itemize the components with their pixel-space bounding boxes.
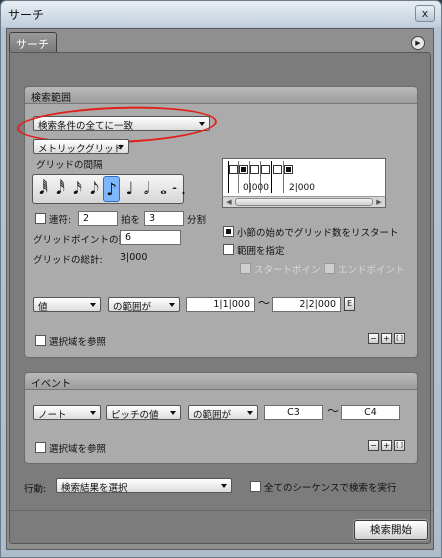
tuplet-divide-label: 分割 — [187, 215, 207, 226]
grid-total-label: グリッドの総計: — [33, 255, 103, 266]
close-button[interactable]: x — [415, 5, 435, 22]
remove-condition-button[interactable]: − — [368, 333, 379, 344]
grid-preview-scrollbar[interactable]: ◀ ▶ — [222, 196, 386, 208]
grid-preview-label: 2|000 — [289, 183, 315, 193]
restart-grid-label: 小節の始めでグリッド数をリスタート — [237, 228, 399, 239]
tuplet-beats-input[interactable]: 3 — [144, 211, 184, 226]
grid-points-label: グリッドポイントの数: — [33, 235, 132, 246]
chevron-down-icon — [170, 411, 176, 415]
range-to-input[interactable]: 2|2|000 — [272, 297, 341, 312]
event-add-condition-button[interactable]: + — [381, 440, 392, 451]
grid-point — [229, 165, 238, 174]
event-property-dropdown[interactable]: ピッチの値 — [106, 405, 181, 420]
tab-search[interactable]: サーチ — [9, 32, 57, 52]
pitch-to-input[interactable]: C4 — [341, 405, 400, 420]
tuplet-count-input[interactable]: 2 — [78, 211, 118, 226]
all-sequences-checkbox[interactable] — [250, 481, 261, 492]
event-property-value: ピッチの値 — [111, 410, 159, 420]
all-sequences-label: 全てのシーケンスで検索を実行 — [264, 483, 397, 494]
grid-point — [284, 165, 293, 174]
chevron-down-icon — [221, 484, 227, 488]
pitch-from-input[interactable]: C3 — [264, 405, 323, 420]
chevron-down-icon — [90, 303, 96, 307]
event-tilde: 〜 — [327, 404, 340, 418]
note-value-selector: 𝅘𝅥𝅱 𝅘𝅥𝅰 𝅘𝅥𝅯 𝅘𝅥𝅮 ♪ ♩ 𝅗𝅥 𝅝 𝄼 . — [32, 174, 186, 204]
range-tilde: 〜 — [258, 296, 271, 310]
grid-line — [271, 161, 272, 193]
event-type-dropdown[interactable]: ノート — [33, 405, 101, 420]
chevron-down-icon — [90, 411, 96, 415]
tuplet-beats-label: 拍を — [121, 215, 141, 226]
chevron-down-icon — [247, 411, 253, 415]
range-condition-dropdown[interactable]: の範囲が — [108, 297, 180, 312]
start-point-label: スタートポイント — [254, 265, 331, 276]
add-condition-button[interactable]: + — [381, 333, 392, 344]
grid-point — [261, 165, 270, 174]
start-point-checkbox[interactable] — [240, 263, 251, 274]
chevron-down-icon — [169, 303, 175, 307]
use-selection-label: 選択域を参照 — [49, 337, 107, 348]
value-dropdown[interactable]: 値 — [33, 297, 101, 312]
specify-range-label: 範囲を指定 — [237, 246, 285, 257]
chevron-down-icon — [199, 122, 205, 126]
event-range-value: の範囲が — [193, 410, 232, 420]
start-search-button[interactable]: 検索開始 — [354, 520, 428, 540]
end-point-label: エンドポイント — [338, 265, 405, 276]
action-dropdown[interactable]: 検索結果を選択 — [56, 478, 232, 493]
note-64th-icon[interactable]: 𝅘𝅥𝅰 — [52, 176, 69, 202]
grid-type-value: メトリックグリッド — [38, 144, 124, 154]
range-from-input[interactable]: 1|1|000 — [186, 297, 255, 312]
search-range-header: 検索範囲 — [25, 87, 417, 104]
panel-menu-icon[interactable]: ▶ — [411, 36, 425, 50]
note-16th-icon[interactable]: 𝅘𝅥𝅮 — [86, 176, 103, 202]
event-use-selection-label: 選択域を参照 — [49, 444, 107, 455]
action-label: 行動: — [24, 484, 47, 495]
event-remove-condition-button[interactable]: − — [368, 440, 379, 451]
restart-grid-checkbox[interactable] — [223, 226, 234, 237]
note-8th-icon[interactable]: ♪ — [103, 176, 120, 202]
title-bar[interactable]: サーチ x — [1, 1, 441, 27]
match-condition-dropdown[interactable]: 検索条件の全てに一致 — [33, 116, 210, 131]
tuplet-label: 連符: — [49, 215, 72, 226]
grid-type-dropdown[interactable]: メトリックグリッド — [33, 139, 129, 154]
note-quarter-icon[interactable]: ♩ — [121, 176, 138, 202]
range-condition-value: の範囲が — [113, 302, 152, 312]
group-condition-button[interactable]: [ ] — [394, 333, 405, 344]
edit-button[interactable]: E — [344, 297, 355, 311]
grid-point — [239, 165, 248, 174]
match-condition-value: 検索条件の全てに一致 — [38, 121, 134, 131]
scroll-right-icon[interactable]: ▶ — [373, 197, 385, 207]
grid-total-value: 3|000 — [120, 252, 148, 263]
grid-points-input[interactable]: 6 — [120, 230, 181, 245]
event-header: イベント — [25, 373, 417, 390]
grid-point — [250, 165, 259, 174]
grid-spacing-label: グリッドの間隔 — [36, 160, 103, 171]
footer-divider — [8, 510, 434, 511]
tuplet-checkbox[interactable] — [35, 213, 46, 224]
grid-preview-label: 0|000 — [243, 183, 269, 193]
value-dropdown-value: 値 — [38, 302, 48, 312]
event-type-value: ノート — [38, 410, 67, 420]
note-half-icon[interactable]: 𝅗𝅥 — [138, 176, 155, 202]
scroll-thumb[interactable] — [235, 198, 373, 206]
event-group-condition-button[interactable]: [ ] — [394, 440, 405, 451]
event-use-selection-checkbox[interactable] — [35, 442, 46, 453]
chevron-down-icon — [118, 145, 124, 149]
use-selection-checkbox[interactable] — [35, 335, 46, 346]
specify-range-checkbox[interactable] — [223, 244, 234, 255]
grid-point — [273, 165, 282, 174]
note-32nd-icon[interactable]: 𝅘𝅥𝅯 — [69, 176, 86, 202]
window-title: サーチ — [8, 8, 45, 22]
dot-icon[interactable]: . — [175, 176, 192, 202]
end-point-checkbox[interactable] — [324, 263, 335, 274]
scroll-left-icon[interactable]: ◀ — [223, 197, 235, 207]
note-128th-icon[interactable]: 𝅘𝅥𝅱 — [35, 176, 52, 202]
event-range-dropdown[interactable]: の範囲が — [188, 405, 258, 420]
action-value: 検索結果を選択 — [61, 483, 128, 493]
